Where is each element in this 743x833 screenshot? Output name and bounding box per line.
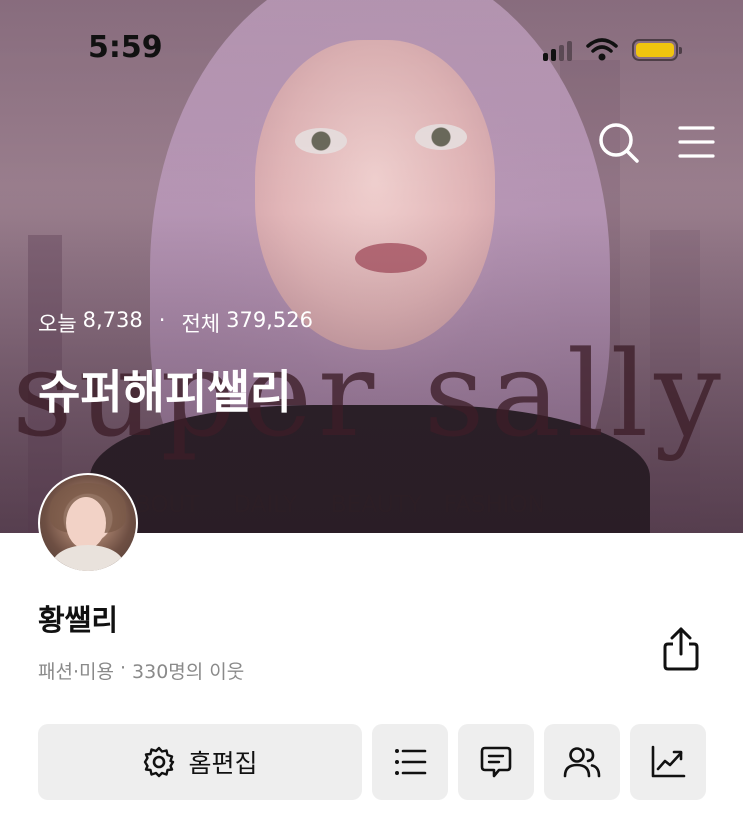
search-icon[interactable] <box>596 120 640 164</box>
neighbors-button[interactable] <box>544 724 620 800</box>
neighbor-count[interactable]: 330명의 이웃 <box>132 657 244 684</box>
stats-separator: · <box>158 308 166 332</box>
today-label: 오늘 <box>38 312 77 336</box>
today-count: 8,738 <box>82 308 143 332</box>
edit-home-label: 홈편집 <box>188 749 258 778</box>
visitor-stats: 오늘 8,738 · 전체 379,526 <box>38 308 313 338</box>
signal-icon <box>543 39 572 61</box>
category-beauty[interactable]: BEAUTY <box>331 492 422 518</box>
category-tabs: BOUT DAILY BEAUTY FASHION <box>135 492 579 518</box>
wifi-icon <box>586 38 618 61</box>
comment-button[interactable] <box>458 724 534 800</box>
action-bar: 홈편집 <box>38 724 706 800</box>
category-fashion[interactable]: FASHION <box>444 492 545 518</box>
comment-icon <box>480 746 512 778</box>
edit-home-button[interactable]: 홈편집 <box>38 724 362 800</box>
stats-button[interactable] <box>630 724 706 800</box>
avatar[interactable] <box>38 473 138 573</box>
hamburger-menu-icon[interactable] <box>676 120 720 164</box>
category-about[interactable]: BOUT <box>135 492 199 518</box>
cover-image: super sally <box>0 0 743 533</box>
list-button[interactable] <box>372 724 448 800</box>
profile-category: 패션·미용 <box>38 661 114 683</box>
profile-name: 황쌜리 <box>38 603 119 637</box>
category-daily[interactable]: DAILY <box>233 492 297 518</box>
battery-icon <box>632 39 682 61</box>
status-time: 5:59 <box>88 30 163 65</box>
total-count: 379,526 <box>226 308 313 332</box>
status-icons <box>543 38 682 62</box>
share-icon[interactable] <box>661 626 701 672</box>
profile-meta: 패션·미용 · 330명의 이웃 <box>38 657 244 684</box>
gear-icon <box>144 746 175 778</box>
neighbors-icon <box>563 747 601 778</box>
total-label: 전체 <box>181 312 221 336</box>
stats-icon <box>651 745 686 778</box>
blog-title[interactable]: 슈퍼해피쌜리 <box>38 356 292 422</box>
profile-meta-dot: · <box>119 657 127 679</box>
list-icon <box>395 749 427 775</box>
